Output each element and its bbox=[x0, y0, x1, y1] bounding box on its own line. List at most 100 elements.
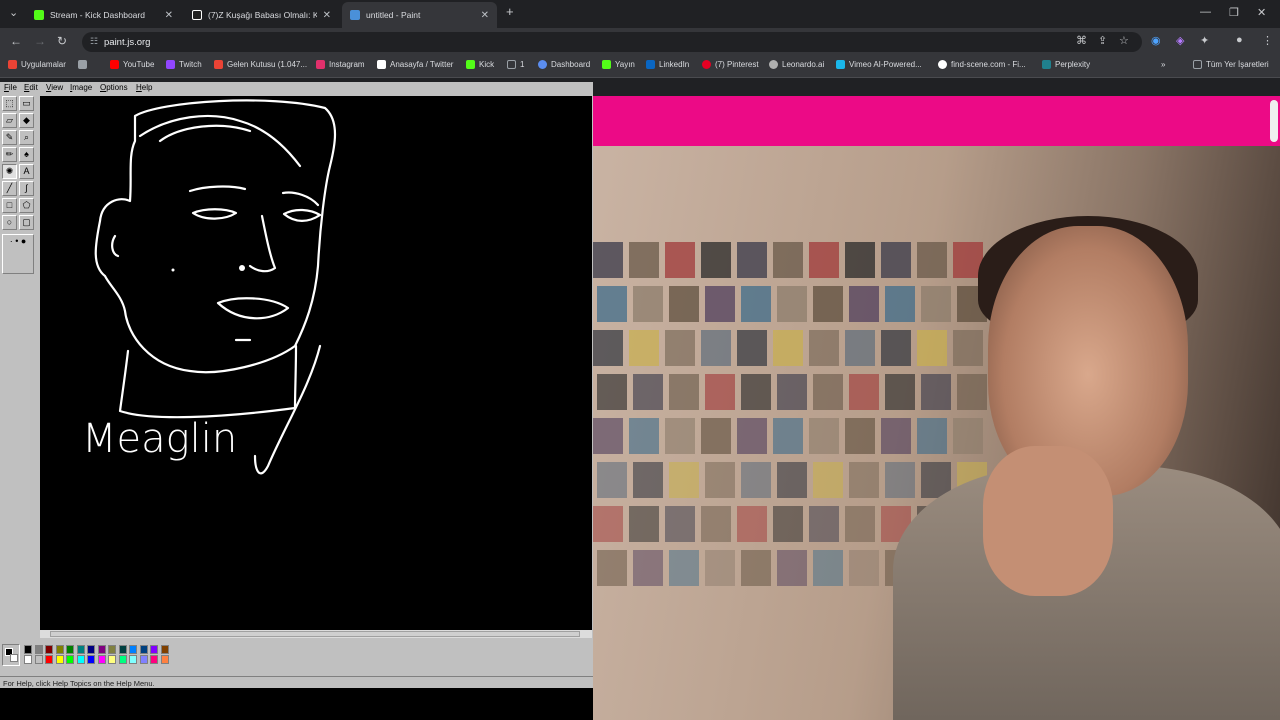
tab-kick-dashboard[interactable]: Stream - Kick Dashboard ✕ bbox=[26, 2, 181, 28]
palette-swatch[interactable] bbox=[34, 645, 43, 654]
forward-icon[interactable]: → bbox=[34, 34, 46, 48]
scrollbar-thumb[interactable] bbox=[50, 631, 580, 637]
palette-swatch[interactable] bbox=[160, 655, 169, 664]
drawing-canvas[interactable]: Meaglin bbox=[40, 96, 592, 630]
site-info-icon[interactable]: ☷ bbox=[90, 36, 98, 47]
palette-swatch[interactable] bbox=[87, 645, 95, 654]
palette-swatch[interactable] bbox=[97, 645, 106, 654]
bookmark-vimeo[interactable]: Vimeo AI-Powered... bbox=[836, 60, 922, 69]
minimize-icon[interactable]: — bbox=[1200, 6, 1211, 18]
palette-swatch[interactable] bbox=[76, 655, 85, 664]
background-color[interactable] bbox=[10, 654, 18, 662]
bookmark-find-scene[interactable]: find-scene.com - Fi... bbox=[938, 60, 1026, 69]
restore-icon[interactable]: ❐ bbox=[1229, 6, 1239, 19]
palette-swatch[interactable] bbox=[87, 655, 95, 664]
magnifier-icon[interactable]: ⌕ bbox=[19, 130, 34, 145]
extension-icon[interactable]: ◉ bbox=[1151, 34, 1161, 47]
fill-bucket-icon[interactable]: ◆ bbox=[19, 113, 34, 128]
bookmark-pinterest[interactable]: (7) Pinterest bbox=[702, 60, 759, 69]
close-icon[interactable]: ✕ bbox=[165, 10, 173, 21]
palette-swatch[interactable] bbox=[129, 645, 137, 654]
menu-view[interactable]: View bbox=[46, 83, 63, 92]
palette-swatch[interactable] bbox=[24, 655, 32, 664]
bookmark-yayin[interactable]: Yayın bbox=[602, 60, 635, 69]
bookmark-star-icon[interactable]: ☆ bbox=[1119, 34, 1129, 47]
palette-swatch[interactable] bbox=[108, 645, 116, 654]
palette-swatch[interactable] bbox=[139, 645, 148, 654]
current-colors[interactable] bbox=[2, 644, 20, 666]
profile-avatar-icon[interactable]: ● bbox=[1236, 34, 1243, 46]
palette-swatch[interactable] bbox=[118, 645, 127, 654]
install-app-icon[interactable]: ⇪ bbox=[1098, 34, 1107, 47]
more-bookmarks-icon[interactable]: » bbox=[1161, 60, 1165, 69]
bookmark-linkedin[interactable]: LinkedIn bbox=[646, 60, 689, 69]
bookmark-perplexity[interactable]: Perplexity bbox=[1042, 60, 1090, 69]
reload-icon[interactable]: ↻ bbox=[57, 34, 67, 48]
palette-swatch[interactable] bbox=[24, 645, 32, 654]
rounded-rect-tool-icon[interactable]: ▢ bbox=[19, 215, 34, 230]
canvas-horizontal-scrollbar[interactable] bbox=[40, 630, 592, 638]
bookmark-kick[interactable]: Kick bbox=[466, 60, 494, 69]
bookmark-instagram[interactable]: Instagram bbox=[316, 60, 365, 69]
palette-swatch[interactable] bbox=[55, 655, 64, 664]
palette-swatch[interactable] bbox=[108, 655, 116, 664]
palette-swatch[interactable] bbox=[129, 655, 137, 664]
curve-tool-icon[interactable]: ∫ bbox=[19, 181, 34, 196]
rectangle-tool-icon[interactable]: □ bbox=[2, 198, 17, 213]
menu-file[interactable]: File bbox=[4, 83, 17, 92]
close-window-icon[interactable]: ✕ bbox=[1257, 6, 1266, 19]
new-tab-button[interactable]: + bbox=[506, 4, 514, 19]
extension-icon[interactable]: ◈ bbox=[1176, 34, 1184, 47]
bookmark-youtube[interactable]: YouTube bbox=[110, 60, 154, 69]
back-icon[interactable]: ← bbox=[10, 34, 22, 48]
palette-swatch[interactable] bbox=[160, 645, 169, 654]
tab-tiktok[interactable]: (7)Z Kuşağı Babası Olmalı: Kom ✕ bbox=[184, 2, 339, 28]
line-tool-icon[interactable]: ╱ bbox=[2, 181, 17, 196]
translate-icon[interactable]: ⌘ bbox=[1076, 34, 1087, 47]
brush-size-options[interactable]: · • ● bbox=[2, 234, 34, 274]
palette-swatch[interactable] bbox=[150, 655, 158, 664]
palette-swatch[interactable] bbox=[139, 655, 148, 664]
vertical-scrollbar-thumb[interactable] bbox=[1270, 100, 1278, 142]
close-icon[interactable]: ✕ bbox=[323, 10, 331, 21]
palette-swatch[interactable] bbox=[150, 645, 158, 654]
text-tool-icon[interactable]: A bbox=[19, 164, 34, 179]
brush-icon[interactable]: ♠ bbox=[19, 147, 34, 162]
ellipse-tool-icon[interactable]: ○ bbox=[2, 215, 17, 230]
bookmark-twitter[interactable]: Anasayfa / Twitter bbox=[377, 60, 453, 69]
airbrush-icon[interactable]: ✺ bbox=[2, 164, 17, 179]
bookmark-dashboard[interactable]: Dashboard bbox=[538, 60, 590, 69]
bookmark-folder-1[interactable]: 1 bbox=[507, 60, 524, 69]
menu-image[interactable]: Image bbox=[70, 83, 92, 92]
tab-search-icon[interactable]: ⌄ bbox=[9, 6, 18, 19]
tab-paint[interactable]: untitled - Paint ✕ bbox=[342, 2, 497, 28]
rect-select-icon[interactable]: ▭ bbox=[19, 96, 34, 111]
all-bookmarks[interactable]: Tüm Yer İşaretleri bbox=[1193, 60, 1269, 69]
palette-swatch[interactable] bbox=[66, 655, 74, 664]
bookmark-leonardo[interactable]: Leonardo.ai bbox=[769, 60, 824, 69]
menu-options[interactable]: Options bbox=[100, 83, 128, 92]
bookmark-apps[interactable]: Uygulamalar bbox=[8, 60, 66, 69]
palette-swatch[interactable] bbox=[34, 655, 43, 664]
address-bar[interactable]: ☷ paint.js.org bbox=[82, 32, 1142, 52]
polygon-tool-icon[interactable]: ⬠ bbox=[19, 198, 34, 213]
palette-swatch[interactable] bbox=[76, 645, 85, 654]
palette-swatch[interactable] bbox=[45, 645, 53, 654]
color-picker-icon[interactable]: ✎ bbox=[2, 130, 17, 145]
palette-swatch[interactable] bbox=[66, 645, 74, 654]
eraser-icon[interactable]: ▱ bbox=[2, 113, 17, 128]
palette-swatch[interactable] bbox=[55, 645, 64, 654]
extensions-puzzle-icon[interactable]: ✦ bbox=[1200, 34, 1209, 47]
bookmark-gmail[interactable]: Gelen Kutusu (1.047... bbox=[214, 60, 307, 69]
close-icon[interactable]: ✕ bbox=[481, 10, 489, 21]
bookmark-twitch[interactable]: Twitch bbox=[166, 60, 202, 69]
palette-swatch[interactable] bbox=[97, 655, 106, 664]
palette-swatch[interactable] bbox=[118, 655, 127, 664]
menu-help[interactable]: Help bbox=[136, 83, 152, 92]
bookmark-grid[interactable] bbox=[78, 60, 87, 69]
menu-edit[interactable]: Edit bbox=[24, 83, 38, 92]
pencil-icon[interactable]: ✏ bbox=[2, 147, 17, 162]
menu-kebab-icon[interactable]: ⋮ bbox=[1262, 34, 1273, 47]
palette-swatch[interactable] bbox=[45, 655, 53, 664]
free-select-icon[interactable]: ⬚ bbox=[2, 96, 17, 111]
